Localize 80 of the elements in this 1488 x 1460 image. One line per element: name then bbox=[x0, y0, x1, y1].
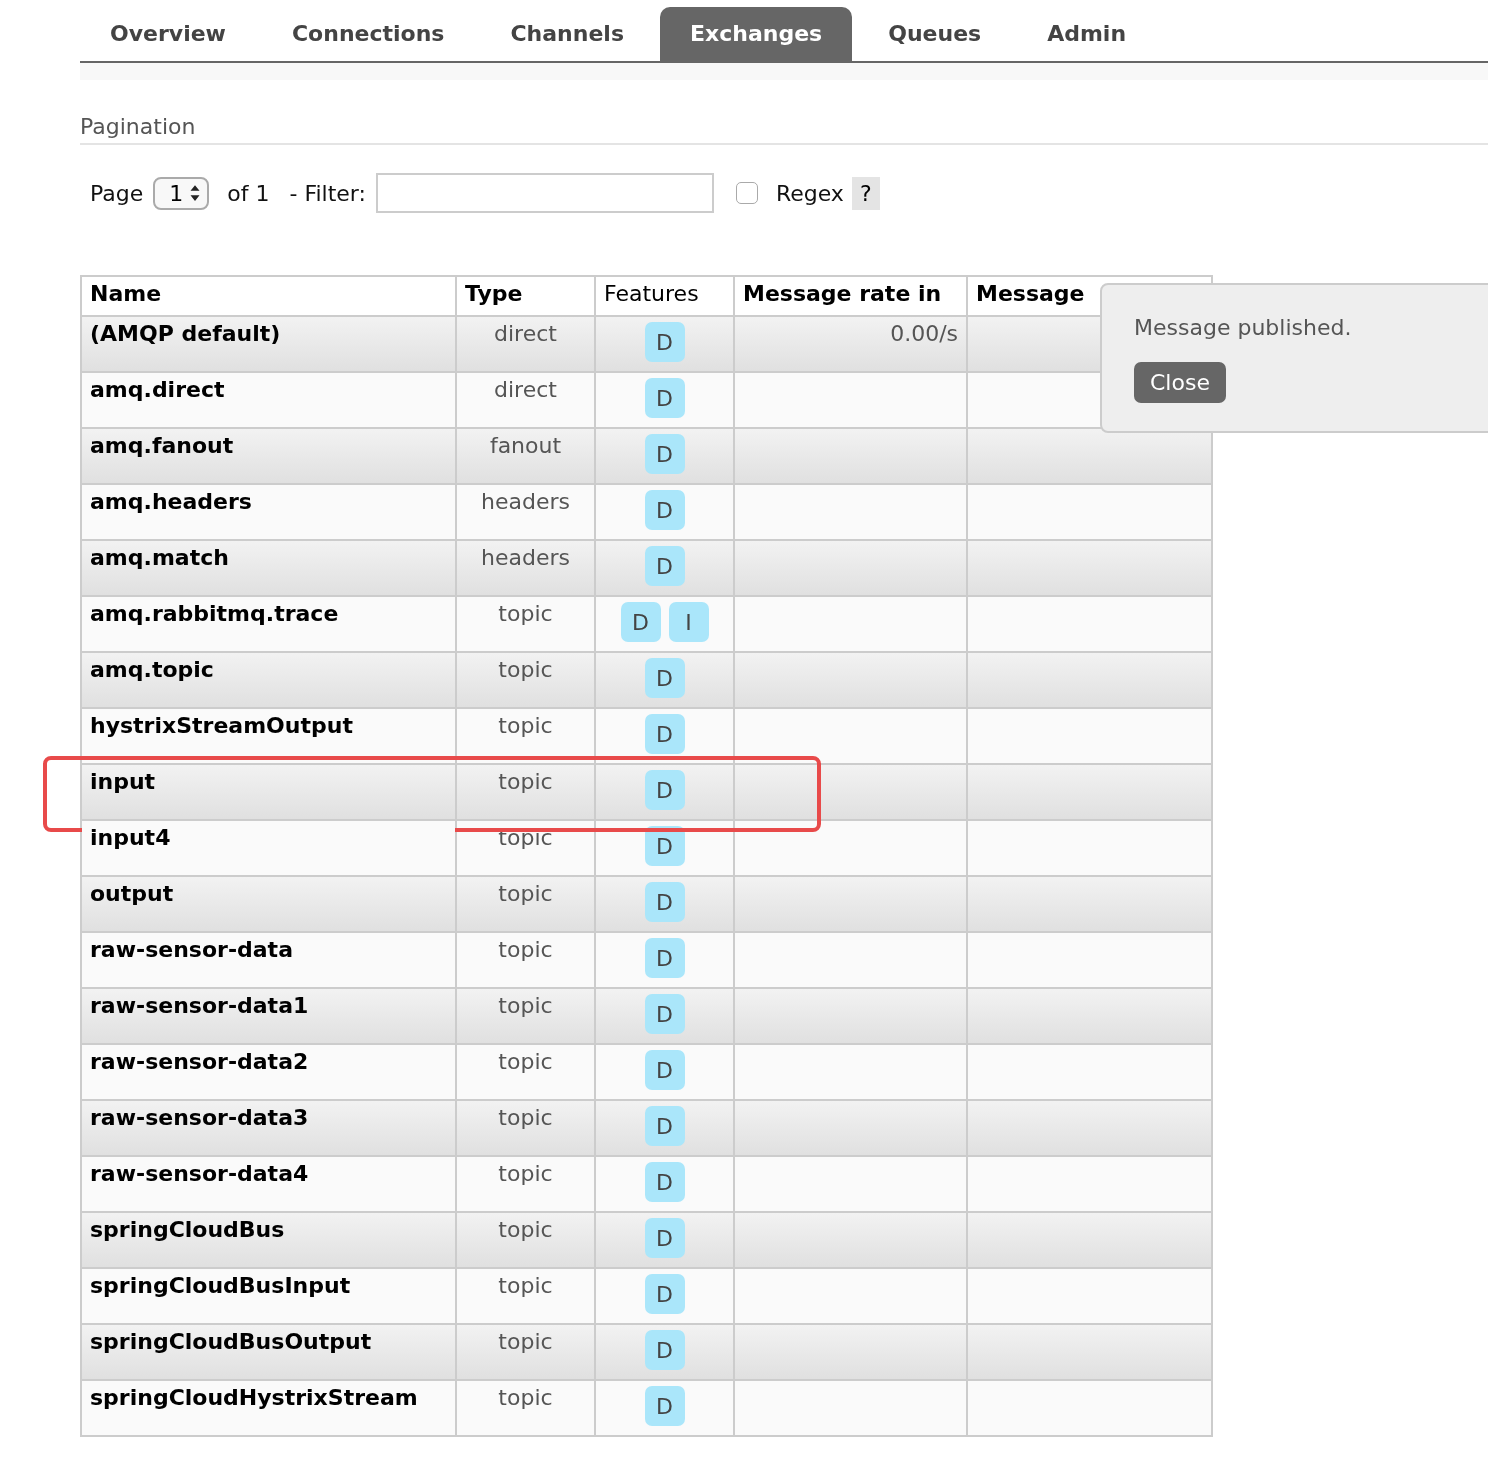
section-heading: Pagination bbox=[80, 114, 1488, 145]
column-header: Features bbox=[595, 276, 734, 316]
feature-badge: D bbox=[644, 938, 685, 978]
exchange-type: headers bbox=[456, 540, 595, 596]
feature-badge: D bbox=[644, 434, 685, 474]
exchange-name: amq.fanout bbox=[81, 428, 456, 484]
exchange-name: raw-sensor-data2 bbox=[81, 1044, 456, 1100]
exchange-type: topic bbox=[456, 1380, 595, 1436]
exchange-name: springCloudBusOutput bbox=[81, 1324, 456, 1380]
nav-tab[interactable]: Overview bbox=[80, 7, 256, 61]
exchange-name: (AMQP default) bbox=[81, 316, 456, 372]
close-button[interactable]: Close bbox=[1134, 362, 1226, 403]
exchange-type: topic bbox=[456, 876, 595, 932]
exchange-name: amq.match bbox=[81, 540, 456, 596]
feature-badge: D bbox=[620, 602, 661, 642]
feature-badge: D bbox=[644, 770, 685, 810]
exchange-name: raw-sensor-data3 bbox=[81, 1100, 456, 1156]
exchange-type: topic bbox=[456, 652, 595, 708]
help-button[interactable]: ? bbox=[851, 176, 880, 210]
column-header: Message rate in bbox=[734, 276, 967, 316]
exchange-name: springCloudHystrixStream bbox=[81, 1380, 456, 1436]
exchange-name: amq.headers bbox=[81, 484, 456, 540]
exchange-name: amq.topic bbox=[81, 652, 456, 708]
exchange-type: headers bbox=[456, 484, 595, 540]
feature-badge: D bbox=[644, 1386, 685, 1426]
column-header: Name bbox=[81, 276, 456, 316]
exchange-name: amq.rabbitmq.trace bbox=[81, 596, 456, 652]
exchange-type: direct bbox=[456, 316, 595, 372]
exchange-name: output bbox=[81, 876, 456, 932]
feature-badge: D bbox=[644, 1274, 685, 1314]
exchange-type: fanout bbox=[456, 428, 595, 484]
page-count: of 1 bbox=[227, 180, 270, 206]
feature-badge: D bbox=[644, 994, 685, 1034]
nav-tab[interactable]: Connections bbox=[261, 7, 475, 61]
feature-badge: D bbox=[644, 1106, 685, 1146]
feature-badge: D bbox=[644, 1050, 685, 1090]
popup-message: Message published. bbox=[1134, 315, 1353, 340]
feature-badge: D bbox=[644, 1218, 685, 1258]
feature-badge: D bbox=[644, 658, 685, 698]
exchange-type: topic bbox=[456, 764, 595, 820]
feature-badge: D bbox=[644, 714, 685, 754]
spinner-icon bbox=[189, 184, 202, 202]
feature-badge: D bbox=[644, 546, 685, 586]
page-select[interactable]: 1 bbox=[153, 176, 210, 210]
nav-tab[interactable]: Exchanges bbox=[660, 7, 853, 61]
regex-checkbox[interactable] bbox=[735, 182, 758, 204]
filter-label: - Filter: bbox=[289, 180, 366, 206]
exchange-type: direct bbox=[456, 372, 595, 428]
exchange-name: amq.direct bbox=[81, 372, 456, 428]
filter-field[interactable] bbox=[375, 173, 714, 213]
exchange-type: topic bbox=[456, 1156, 595, 1212]
exchange-name: springCloudBusInput bbox=[81, 1268, 456, 1324]
exchange-type: topic bbox=[456, 1100, 595, 1156]
exchange-type: topic bbox=[456, 1324, 595, 1380]
rate-value: 0.00/s bbox=[890, 321, 958, 346]
feature-badge: D bbox=[644, 1330, 685, 1370]
feature-badge: D bbox=[644, 882, 685, 922]
exchange-name: springCloudBus bbox=[81, 1212, 456, 1268]
feature-badge: D bbox=[644, 378, 685, 418]
regex-label: Regex bbox=[775, 180, 844, 206]
exchange-type: topic bbox=[456, 596, 595, 652]
exchange-name: raw-sensor-data4 bbox=[81, 1156, 456, 1212]
exchange-type: topic bbox=[456, 1268, 595, 1324]
feature-badge: D bbox=[644, 826, 685, 866]
nav-tab[interactable]: Admin bbox=[1017, 7, 1157, 61]
nav-tab[interactable]: Queues bbox=[858, 7, 1012, 61]
feature-badge: D bbox=[644, 490, 685, 530]
page-label: Page bbox=[90, 180, 144, 206]
column-header: Type bbox=[456, 276, 595, 316]
feature-badge: I bbox=[668, 602, 709, 642]
nav-tab[interactable]: Channels bbox=[480, 7, 654, 61]
exchange-type: topic bbox=[456, 932, 595, 988]
exchange-name: raw-sensor-data bbox=[81, 932, 456, 988]
exchange-type: topic bbox=[456, 1212, 595, 1268]
exchange-name: raw-sensor-data1 bbox=[81, 988, 456, 1044]
feature-badge: D bbox=[644, 322, 685, 362]
exchange-type: topic bbox=[456, 1044, 595, 1100]
feature-badge: D bbox=[644, 1162, 685, 1202]
exchange-type: topic bbox=[456, 988, 595, 1044]
exchange-name: input4 bbox=[81, 820, 456, 876]
